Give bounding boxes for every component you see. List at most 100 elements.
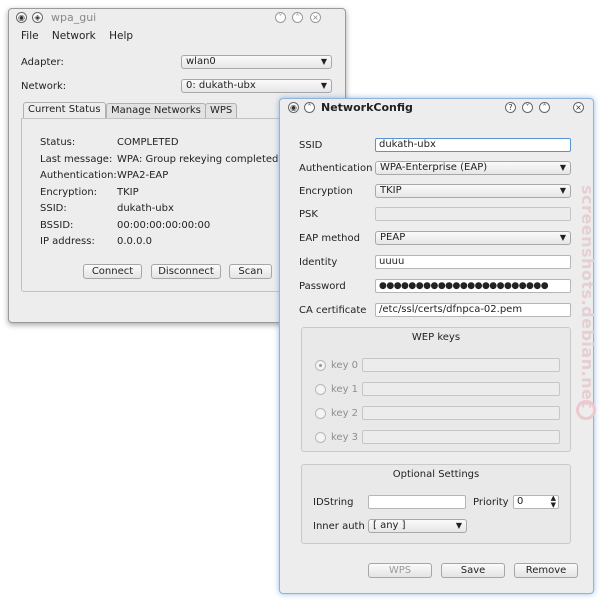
chevron-down-icon: ▼ (559, 186, 566, 195)
ssid-input[interactable]: dukath-ubx (375, 138, 571, 152)
psk-input[interactable] (375, 207, 571, 221)
authentication-label: Authentication: (40, 170, 117, 181)
chevron-down-icon: ▼ (559, 163, 566, 172)
wep-key2-input[interactable] (362, 406, 560, 420)
ssid-value: dukath-ubx (117, 203, 174, 214)
title-bar[interactable]: ◉ ◈ wpa_gui ˅ ˄ × (9, 9, 345, 27)
psk-label: PSK (299, 209, 318, 220)
wep-keys-title: WEP keys (411, 332, 461, 343)
inner-auth-label: Inner auth (313, 521, 365, 532)
wep-key1-label: key 1 (331, 384, 359, 395)
watermark-text: screenshots.debian.net (578, 185, 597, 409)
chevron-down-icon: ▼ (320, 57, 327, 66)
wep-key1-input[interactable] (362, 382, 560, 396)
encryption-value: TKIP (380, 185, 402, 196)
close-icon[interactable]: × (573, 102, 584, 113)
adapter-value: wlan0 (186, 56, 216, 67)
eap-method-value: PEAP (380, 232, 406, 243)
network-label: Network: (21, 81, 67, 92)
priority-value: 0 (517, 496, 524, 507)
ssid-label: SSID: (40, 203, 67, 214)
save-button[interactable]: Save (441, 563, 505, 578)
wep-key3-label: key 3 (331, 432, 359, 443)
status-label: Status: (40, 137, 76, 148)
minimize-icon[interactable]: ˅ (275, 12, 286, 23)
last-message-label: Last message: (40, 154, 113, 165)
maximize-icon[interactable]: ˄ (539, 102, 550, 113)
eap-method-select[interactable]: PEAP ▼ (375, 231, 571, 245)
password-label: Password (299, 281, 346, 292)
connect-button[interactable]: Connect (83, 264, 142, 279)
chevron-down-icon: ▼ (455, 521, 462, 530)
status-value: COMPLETED (117, 137, 179, 148)
optional-settings-group: Optional Settings IDString Priority 0 ▲ ▼… (301, 464, 571, 544)
wep-key3-radio[interactable] (315, 432, 326, 443)
app-icon: ◉ (16, 12, 27, 23)
wep-key0-input[interactable] (362, 358, 560, 372)
ca-certificate-label: CA certificate (299, 305, 367, 316)
shade-icon[interactable]: ˄ (304, 102, 315, 113)
encryption-select[interactable]: TKIP ▼ (375, 184, 571, 198)
wep-key2-label: key 2 (331, 408, 359, 419)
network-value: 0: dukath-ubx (186, 80, 256, 91)
wep-key2-radio[interactable] (315, 408, 326, 419)
wep-key0-label: key 0 (331, 360, 359, 371)
idstring-label: IDString (313, 497, 354, 508)
identity-label: Identity (299, 257, 338, 268)
encryption-label: Encryption: (40, 187, 98, 198)
help-icon[interactable]: ? (505, 102, 516, 113)
ssid-label: SSID (299, 140, 323, 151)
maximize-icon[interactable]: ˄ (292, 12, 303, 23)
identity-input[interactable]: uuuu (375, 255, 571, 269)
spin-arrows-icon[interactable]: ▲ ▼ (551, 496, 556, 508)
menu-network[interactable]: Network (52, 30, 96, 42)
password-input[interactable]: ●●●●●●●●●●●●●●●●●●●●●●● (375, 279, 571, 293)
disconnect-button[interactable]: Disconnect (151, 264, 221, 279)
eap-method-label: EAP method (299, 233, 360, 244)
ip-address-label: IP address: (40, 236, 95, 247)
scan-button[interactable]: Scan (229, 264, 272, 279)
chevron-down-icon: ▼ (320, 81, 327, 90)
menu-bar: File Network Help (21, 30, 143, 42)
app-icon: ◉ (288, 102, 299, 113)
authentication-label: Authentication (299, 163, 373, 174)
wep-key1-radio[interactable] (315, 384, 326, 395)
window-title: wpa_gui (51, 11, 97, 24)
authentication-value: WPA2-EAP (117, 170, 169, 181)
priority-label: Priority (473, 497, 509, 508)
authentication-value: WPA-Enterprise (EAP) (380, 162, 488, 173)
adapter-select[interactable]: wlan0 ▼ (181, 55, 332, 69)
inner-auth-select[interactable]: [ any ] ▼ (368, 519, 467, 533)
optional-settings-title: Optional Settings (392, 469, 480, 480)
encryption-label: Encryption (299, 186, 353, 197)
bssid-value: 00:00:00:00:00:00 (117, 220, 211, 231)
priority-spinbox[interactable]: 0 ▲ ▼ (513, 495, 559, 509)
window-title: NetworkConfig (321, 101, 413, 114)
adapter-label: Adapter: (21, 57, 64, 68)
wep-key0-radio[interactable] (315, 360, 326, 371)
close-icon[interactable]: × (310, 12, 321, 23)
minimize-icon[interactable]: ˅ (522, 102, 533, 113)
title-bar[interactable]: ◉ ˄ NetworkConfig ? ˅ ˄ × (280, 99, 593, 117)
tab-manage-networks[interactable]: Manage Networks (106, 103, 206, 118)
shade-icon[interactable]: ◈ (32, 12, 43, 23)
bssid-label: BSSID: (40, 220, 74, 231)
remove-button[interactable]: Remove (514, 563, 578, 578)
idstring-input[interactable] (368, 495, 466, 509)
debian-swirl-icon (576, 400, 596, 420)
inner-auth-value: [ any ] (373, 520, 406, 531)
ca-certificate-input[interactable]: /etc/ssl/certs/dfnpca-02.pem (375, 303, 571, 317)
network-select[interactable]: 0: dukath-ubx ▼ (181, 79, 332, 93)
ip-address-value: 0.0.0.0 (117, 236, 152, 247)
tab-current-status[interactable]: Current Status (23, 102, 106, 118)
encryption-value: TKIP (117, 187, 139, 198)
chevron-down-icon: ▼ (559, 233, 566, 242)
tab-wps[interactable]: WPS (205, 103, 238, 118)
wps-button[interactable]: WPS (368, 563, 432, 578)
menu-file[interactable]: File (21, 30, 39, 42)
authentication-select[interactable]: WPA-Enterprise (EAP) ▼ (375, 161, 571, 175)
wep-key3-input[interactable] (362, 430, 560, 444)
menu-help[interactable]: Help (109, 30, 133, 42)
network-config-window: ◉ ˄ NetworkConfig ? ˅ ˄ × SSID dukath-ub… (279, 98, 594, 594)
wep-keys-group: WEP keys key 0 key 1 key 2 key 3 (301, 327, 571, 452)
